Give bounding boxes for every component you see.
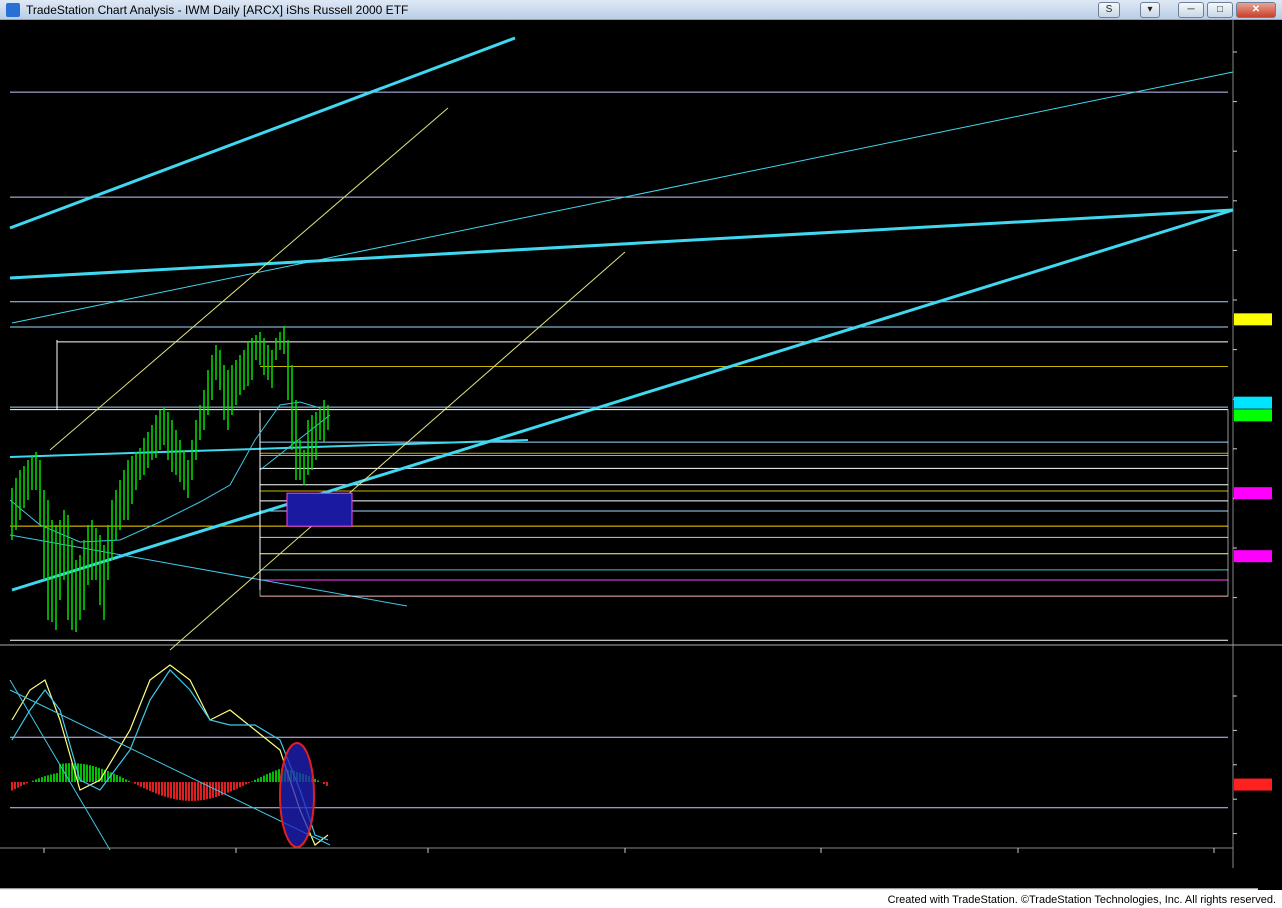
window-title: TradeStation Chart Analysis - IWM Daily … [26, 3, 409, 17]
maximize-button[interactable]: □ [1207, 2, 1233, 18]
price-tag-bg [1234, 550, 1272, 563]
dropdown-button[interactable]: ▾ [1140, 2, 1160, 18]
footer: Created with TradeStation. ©TradeStation… [0, 890, 1282, 908]
price-tag-bg [1234, 487, 1272, 500]
macd-tag-bg [1234, 778, 1272, 791]
price-chart[interactable] [0, 20, 1282, 890]
price-tag-bg [1234, 409, 1272, 422]
minimize-button[interactable]: ─ [1178, 2, 1204, 18]
chart-window[interactable]: ◀ ▶ [0, 20, 1282, 906]
tradestation-icon [6, 3, 20, 17]
symbol-menu-button[interactable]: S [1098, 2, 1120, 18]
window-titlebar: TradeStation Chart Analysis - IWM Daily … [0, 0, 1282, 20]
price-tag-bg [1234, 313, 1272, 326]
close-button[interactable]: ✕ [1236, 2, 1276, 18]
target-zone-box [286, 492, 353, 527]
copyright-text: Created with TradeStation. ©TradeStation… [887, 894, 1276, 906]
price-tag-bg [1234, 396, 1272, 409]
divergence-ellipse [279, 742, 315, 848]
